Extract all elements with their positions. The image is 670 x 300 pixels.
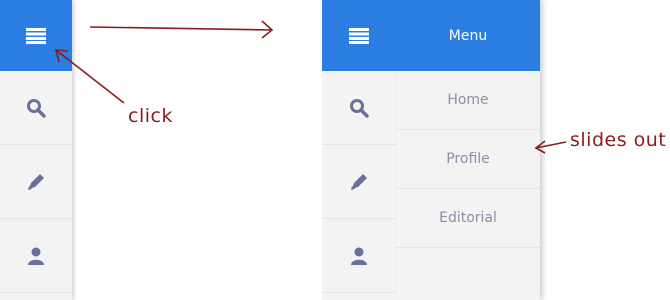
- click-annotation: click: [128, 105, 173, 127]
- slides-out-annotation: slides out: [570, 129, 667, 151]
- slides-out-arrow: [534, 140, 567, 154]
- click-arrow: [54, 49, 125, 104]
- transition-arrow: [89, 20, 274, 39]
